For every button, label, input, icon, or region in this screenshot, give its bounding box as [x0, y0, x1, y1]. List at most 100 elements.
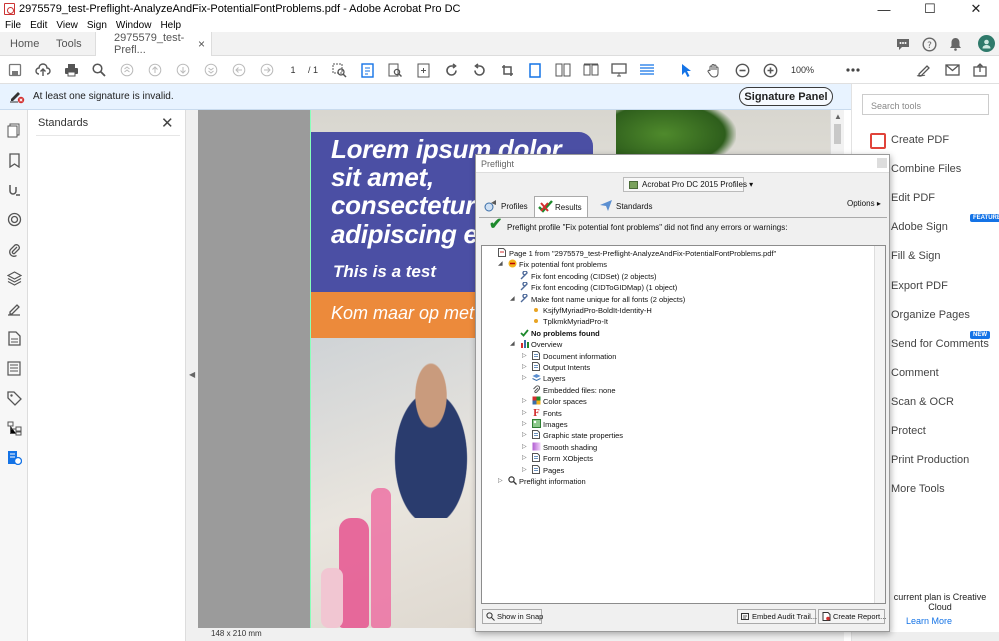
zoom-out-icon[interactable] [734, 62, 750, 78]
tree-row[interactable]: ▷ Images [522, 419, 568, 430]
tree-row[interactable]: ▷ Layers [522, 373, 566, 384]
scroll-up-arrow-icon[interactable]: ▲ [834, 112, 842, 121]
share-icon[interactable] [972, 62, 988, 78]
forward-icon[interactable] [259, 62, 275, 78]
two-page-scroll-icon[interactable] [583, 62, 599, 78]
tree-row[interactable]: ◢ Overview [510, 339, 562, 350]
tree-row[interactable]: ▷ Graphic state properties [522, 430, 623, 441]
menu-window[interactable]: Window [116, 20, 152, 31]
tree-row[interactable]: Fix font encoding (CIDSet) (2 objects) [520, 270, 656, 282]
rotate-clockwise-icon[interactable] [443, 62, 459, 78]
accessibility-target-icon[interactable] [6, 211, 22, 227]
standards-icon[interactable] [6, 449, 22, 465]
snapshot-search-icon[interactable] [331, 62, 347, 78]
tree-row[interactable]: ▷ Document information [522, 350, 616, 362]
tab-close-button[interactable]: × [198, 37, 205, 51]
fit-page-icon[interactable] [415, 62, 431, 78]
tree-row[interactable]: ▷ Color spaces [522, 396, 587, 407]
menu-file[interactable]: File [5, 20, 21, 31]
panel-collapse-handle[interactable]: ◀ [186, 110, 198, 641]
tree-row[interactable]: Page 1 from "2975579_test-Preflight-Anal… [498, 248, 776, 259]
full-screen-icon[interactable] [611, 62, 627, 78]
expand-arrow-icon[interactable]: ▷ [522, 453, 527, 464]
save-icon[interactable] [7, 62, 23, 78]
upload-file-icon[interactable] [119, 62, 135, 78]
results-tree[interactable]: Page 1 from "2975579_test-Preflight-Anal… [481, 245, 886, 604]
upload-cloud-icon[interactable] [35, 62, 51, 78]
collapse-arrow-icon[interactable]: ◢ [498, 259, 503, 270]
pages-thumbnail-icon[interactable] [6, 122, 22, 138]
signatures-pen-icon[interactable] [6, 300, 22, 316]
zoom-level-dropdown[interactable]: 100% [791, 62, 814, 78]
comment-icon[interactable] [895, 36, 911, 52]
show-in-snap-button[interactable]: Show in Snap [482, 609, 543, 624]
tree-row[interactable]: TplkmkMyriadPro-It [532, 316, 608, 327]
expand-arrow-icon[interactable]: ▷ [522, 465, 527, 476]
expand-arrow-icon[interactable]: ▷ [522, 396, 527, 407]
tree-row[interactable]: Fix font encoding (CIDToGIDMap) (1 objec… [520, 281, 677, 293]
tree-row[interactable]: ◢ Fix potential font problems [498, 259, 607, 270]
select-cursor-icon[interactable] [678, 62, 694, 78]
expand-arrow-icon[interactable]: ▷ [522, 419, 527, 430]
avatar-icon[interactable] [978, 35, 995, 52]
expand-arrow-icon[interactable]: ▷ [498, 476, 503, 487]
menu-edit[interactable]: Edit [30, 20, 47, 31]
scroll-mode-icon[interactable] [203, 62, 219, 78]
minimize-button[interactable]: — [861, 0, 907, 18]
collapse-arrow-icon[interactable]: ◢ [510, 339, 515, 350]
options-menu[interactable]: Options ▸ [847, 199, 881, 208]
preflight-close-button[interactable] [877, 158, 887, 168]
learn-more-link[interactable]: Learn More [906, 616, 952, 626]
standards-panel-close-button[interactable]: ✕ [161, 114, 174, 132]
tree-row[interactable]: ▷ Pages [522, 464, 564, 476]
order-list-icon[interactable] [6, 360, 22, 376]
zoom-in-icon[interactable] [762, 62, 778, 78]
tree-row[interactable]: ◢ Make font name unique for all fonts (2 … [510, 292, 685, 305]
hand-tool-icon[interactable] [706, 62, 722, 78]
tree-row[interactable]: No problems found [520, 328, 600, 339]
tree-row[interactable]: ▷ F Fonts [522, 408, 562, 419]
back-icon[interactable] [231, 62, 247, 78]
expand-arrow-icon[interactable]: ▷ [522, 351, 527, 362]
maximize-button[interactable]: ☐ [907, 0, 953, 18]
help-icon[interactable]: ? [921, 36, 937, 52]
results-tree-scrollbar[interactable] [874, 246, 885, 603]
find-text-icon[interactable] [387, 62, 403, 78]
reading-mode-icon[interactable] [639, 62, 655, 78]
menu-sign[interactable]: Sign [87, 20, 107, 31]
model-tree-icon[interactable] [6, 420, 22, 436]
previous-page-icon[interactable] [147, 62, 163, 78]
tree-row[interactable]: Embedded files: none [532, 385, 616, 396]
zoom-search-icon[interactable] [91, 62, 107, 78]
tab-standards[interactable]: Standards [596, 196, 652, 217]
sign-pen-icon[interactable] [916, 62, 932, 78]
tree-row[interactable]: ▷ Output Intents [522, 362, 590, 373]
tags-icon[interactable] [6, 390, 22, 406]
paperclip-icon[interactable] [6, 241, 22, 257]
attachments-link-icon[interactable] [6, 182, 22, 198]
expand-arrow-icon[interactable]: ▷ [522, 362, 527, 373]
signature-panel-button[interactable]: Signature Panel [739, 87, 833, 106]
scroll-thumb[interactable] [834, 124, 841, 144]
tab-profiles[interactable]: Profiles [481, 196, 528, 217]
tree-row[interactable]: ▷ Preflight information [498, 476, 586, 487]
tree-row[interactable]: ▷ Smooth shading [522, 442, 597, 453]
bookmark-icon[interactable] [6, 152, 22, 168]
expand-arrow-icon[interactable]: ▷ [522, 430, 527, 441]
tab-results[interactable]: Results [534, 196, 588, 217]
tab-document[interactable]: 2975579_test-Prefl... × [95, 32, 212, 56]
tab-home[interactable]: Home [10, 32, 39, 56]
close-window-button[interactable]: ✕ [953, 0, 999, 18]
next-page-icon[interactable] [175, 62, 191, 78]
tab-tools[interactable]: Tools [56, 32, 82, 56]
create-report-button[interactable]: Create Report... [818, 609, 886, 624]
page-number-input[interactable]: 1 [283, 62, 303, 78]
expand-arrow-icon[interactable]: ▷ [522, 408, 527, 419]
email-icon[interactable] [944, 62, 960, 78]
two-page-icon[interactable] [555, 62, 571, 78]
tool-create-pdf[interactable]: Create PDF [870, 131, 999, 151]
print-icon[interactable] [63, 62, 79, 78]
rotate-counterclockwise-icon[interactable] [471, 62, 487, 78]
menu-view[interactable]: View [56, 20, 78, 31]
tree-row[interactable]: ▷ Form XObjects [522, 453, 593, 464]
